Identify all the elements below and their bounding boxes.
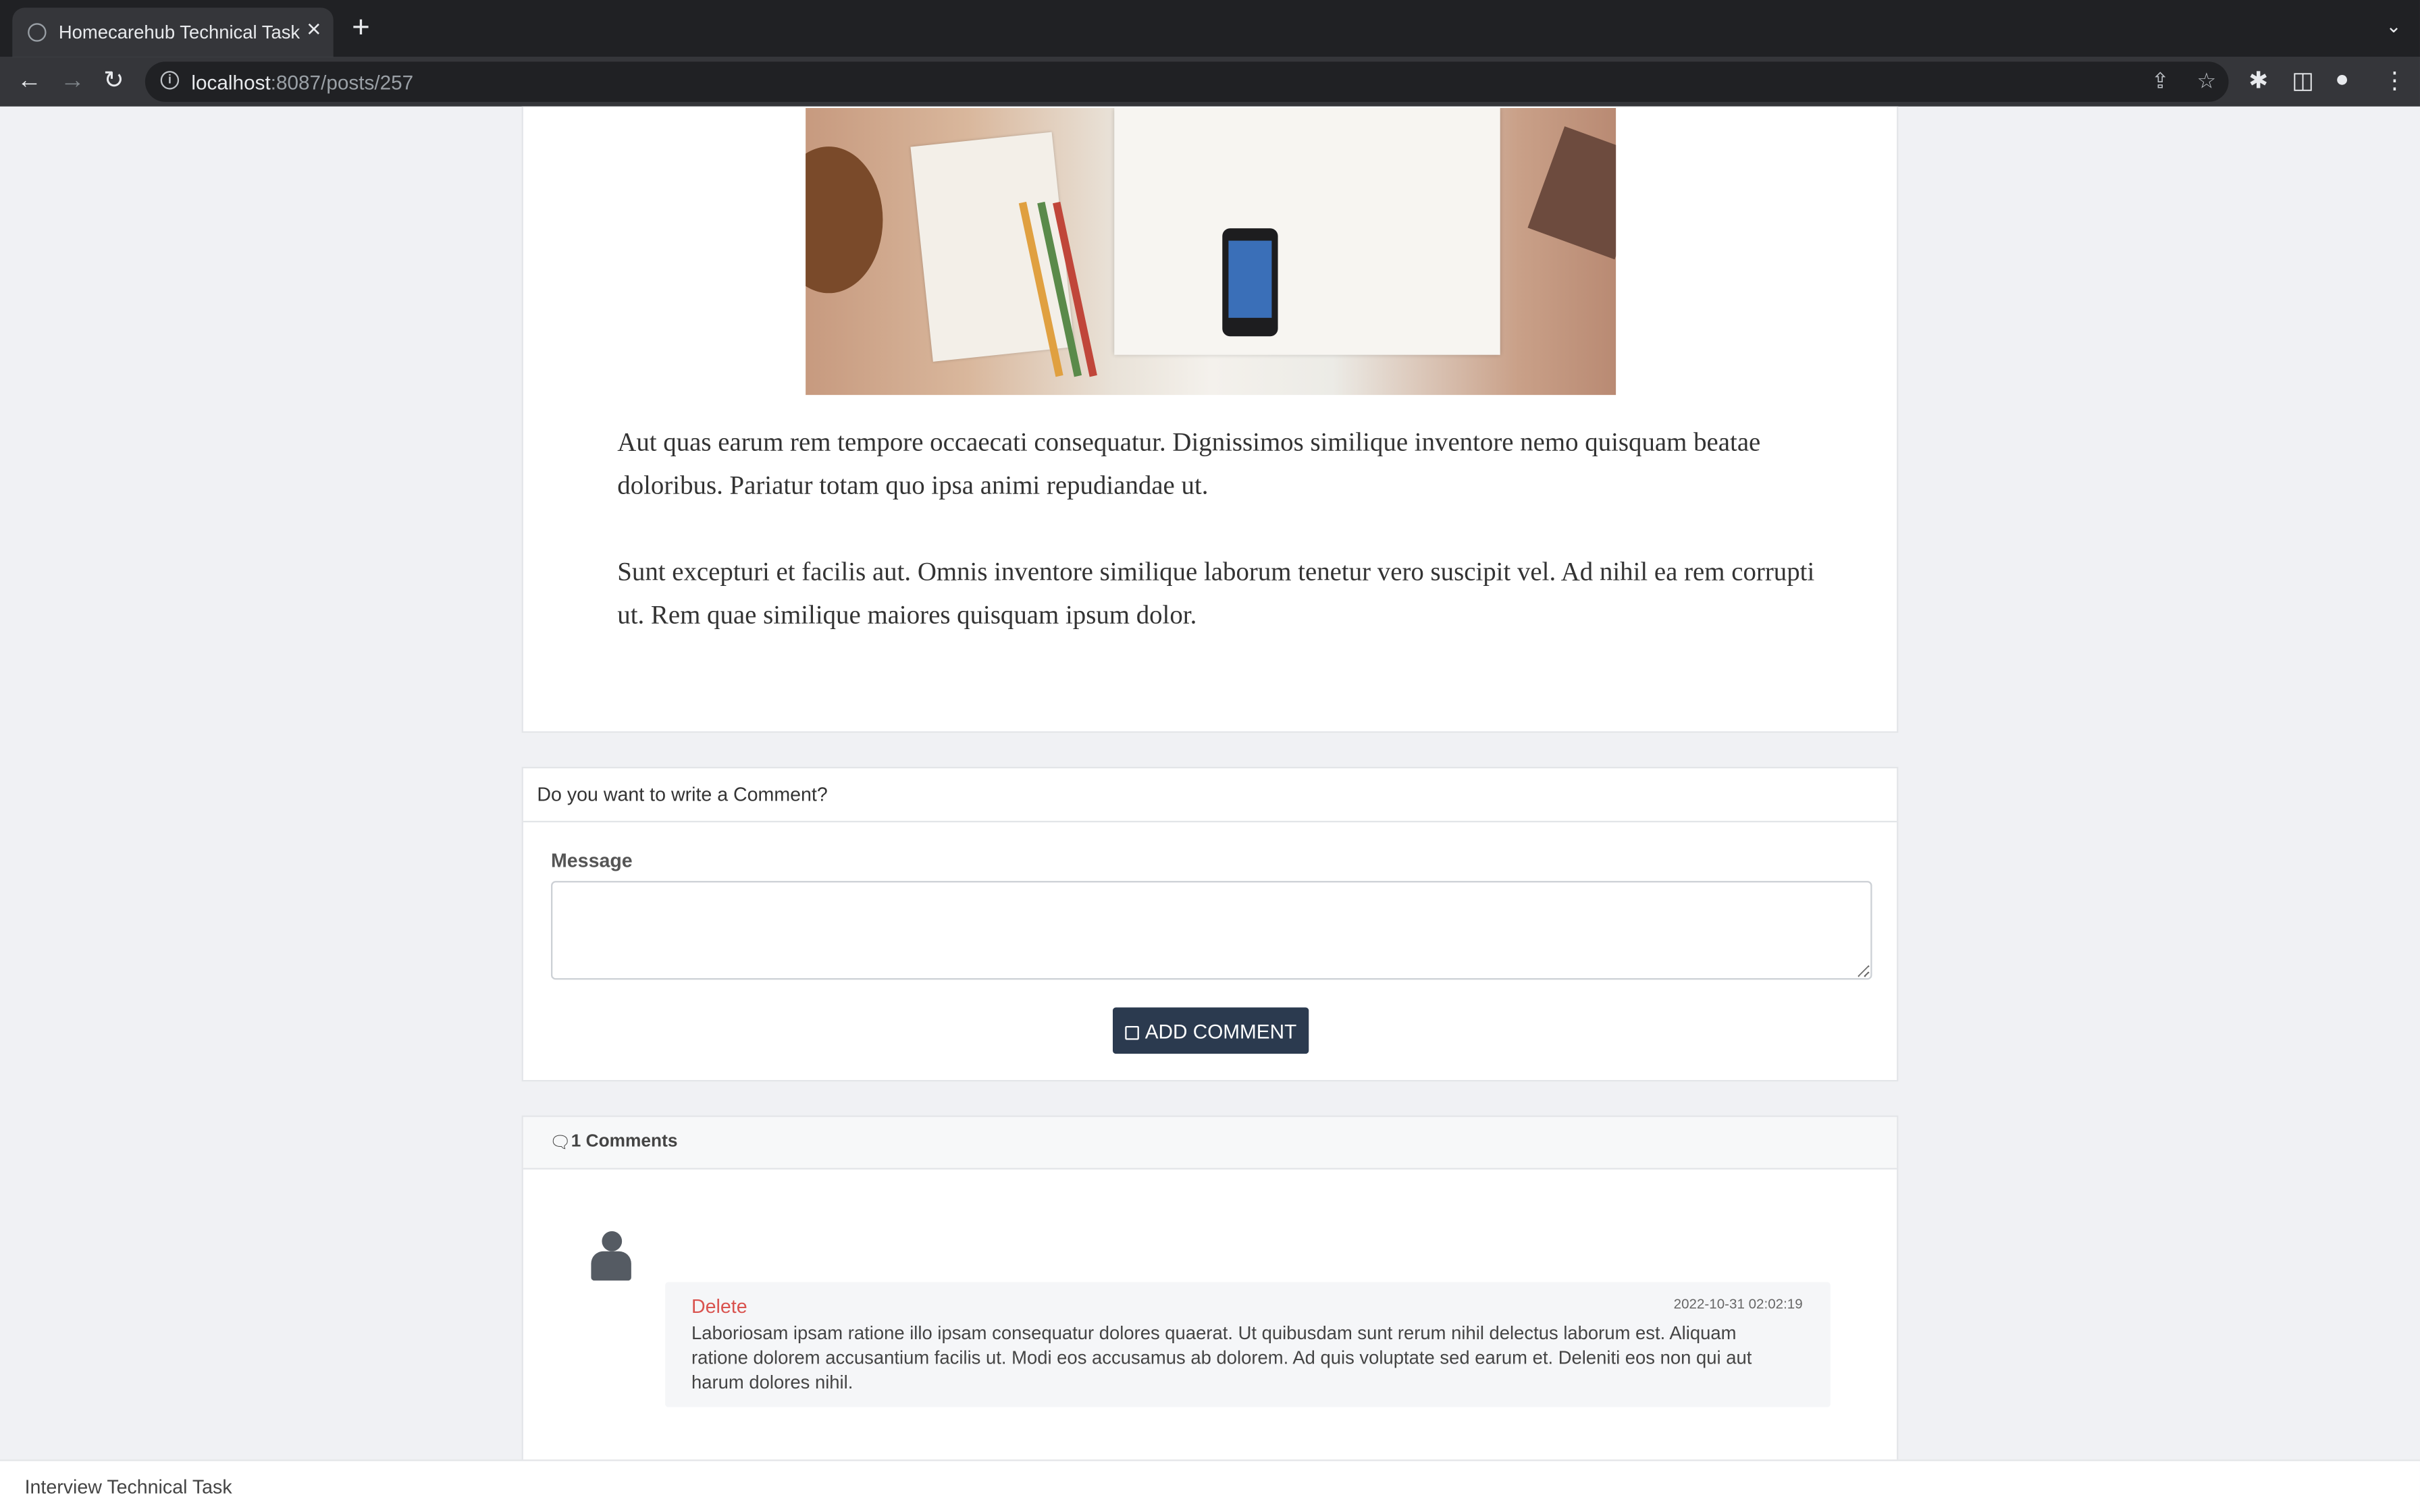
comment-form: Do you want to write a Comment? Message … (521, 766, 1899, 1082)
post-image (806, 107, 1616, 396)
user-icon (591, 1231, 631, 1281)
forward-icon[interactable]: → (60, 65, 85, 99)
tab-strip: Homecarehub Technical Task × + ⌄ (0, 0, 2420, 57)
comment-item: Delete 2022-10-31 02:02:19 Laboriosam ip… (665, 1282, 1831, 1407)
browser-tab[interactable]: Homecarehub Technical Task × (12, 7, 334, 57)
footer-text: Interview Technical Task (24, 1476, 232, 1498)
share-icon[interactable]: ⇪ (2151, 68, 2169, 93)
browser-toolbar: ← → ↻ i localhost:8087/posts/257 ⇪ ☆ ✱ ◫… (0, 57, 2420, 107)
add-comment-button[interactable]: ADD COMMENT (1112, 1007, 1309, 1054)
comments-icon: 🗨 (549, 1133, 571, 1153)
comments-section: 🗨 1 Comments Delete 2022-10-31 02:02:19 … (521, 1115, 1899, 1486)
comments-header: 🗨 1 Comments (523, 1116, 1897, 1170)
plus-icon[interactable]: + (352, 12, 370, 43)
extensions-icon[interactable]: ✱ (2248, 66, 2268, 94)
add-comment-label: ADD COMMENT (1145, 1019, 1297, 1042)
address-bar[interactable]: i localhost:8087/posts/257 ⇪ ☆ (144, 61, 2229, 102)
tab-title: Homecarehub Technical Task (58, 21, 300, 43)
back-icon[interactable]: ← (17, 65, 42, 99)
comment-form-header: Do you want to write a Comment? (523, 768, 1897, 823)
save-icon (1125, 1025, 1139, 1040)
profile-icon[interactable]: ● (2335, 66, 2349, 92)
post-paragraph: Aut quas earum rem tempore occaecati con… (617, 427, 1761, 500)
delete-comment-link[interactable]: Delete (691, 1296, 747, 1318)
post-card: Aut quas earum rem tempore occaecati con… (521, 106, 1899, 733)
sidepanel-icon[interactable]: ◫ (2292, 66, 2313, 94)
star-icon[interactable]: ☆ (2197, 68, 2217, 93)
comment-body: Laboriosam ipsam ratione illo ipsam cons… (691, 1322, 1752, 1393)
browser-window: Homecarehub Technical Task × + ⌄ ← → ↻ i… (0, 0, 2420, 1512)
close-icon[interactable]: × (307, 17, 321, 45)
comments-count: 1 Comments (571, 1132, 678, 1152)
comment-date: 2022-10-31 02:02:19 (1673, 1295, 1803, 1312)
message-label: Message (550, 850, 633, 872)
chevron-down-icon[interactable]: ⌄ (2386, 16, 2402, 37)
info-icon[interactable]: i (160, 71, 180, 90)
reload-icon[interactable]: ↻ (103, 65, 124, 99)
globe-icon (28, 23, 47, 42)
url-host: localhost (191, 71, 271, 94)
page-footer: Interview Technical Task (0, 1459, 2420, 1512)
message-field[interactable] (550, 881, 1872, 980)
comment-form-heading: Do you want to write a Comment? (537, 784, 828, 806)
post-paragraph: Sunt excepturi et facilis aut. Omnis inv… (617, 557, 1815, 630)
url-path: :8087/posts/257 (270, 71, 414, 94)
page-content: Aut quas earum rem tempore occaecati con… (0, 106, 2420, 1512)
menu-icon[interactable]: ⋮ (2383, 66, 2406, 94)
url-text[interactable]: localhost:8087/posts/257 (191, 71, 413, 94)
